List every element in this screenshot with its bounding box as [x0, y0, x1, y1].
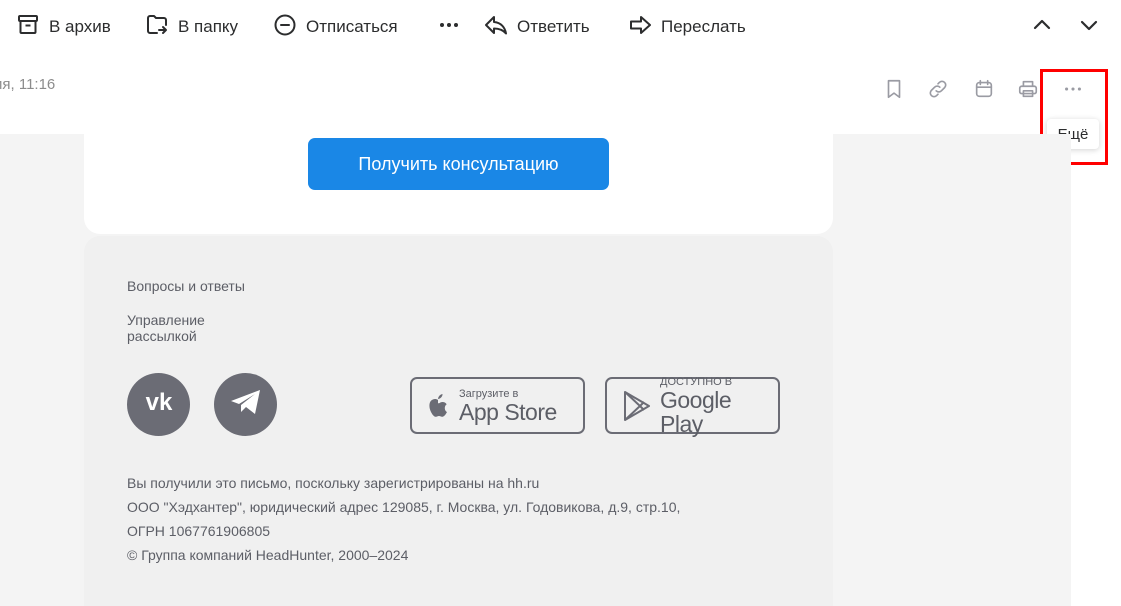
copyright-text: © Группа компаний HeadHunter, 2000–2024 — [127, 547, 409, 563]
google-play-name: Google Play — [660, 386, 732, 437]
minus-circle-icon — [273, 13, 297, 42]
vk-icon: vk — [139, 389, 179, 419]
legal-text-line: ООО "Хэдхантер", юридический адрес 12908… — [127, 499, 681, 515]
get-consultation-button[interactable]: Получить консультацию — [308, 138, 609, 190]
message-date: ия, 11:16 — [0, 76, 56, 93]
copy-link-button[interactable] — [925, 78, 951, 104]
reply-button[interactable]: Ответить — [484, 10, 590, 44]
more-dots-icon — [437, 13, 461, 42]
forward-icon — [628, 13, 652, 42]
google-play-button[interactable]: ДОСТУПНО В Google Play — [605, 375, 780, 437]
apple-icon — [425, 391, 451, 421]
reply-label: Ответить — [517, 17, 590, 36]
link-icon — [927, 78, 949, 105]
vk-button[interactable]: vk — [127, 373, 190, 436]
app-store-name: App Store — [459, 398, 557, 425]
printer-icon — [1017, 78, 1039, 105]
archive-icon — [16, 13, 40, 42]
app-store-button[interactable]: Загрузите в App Store — [410, 377, 585, 434]
legal-text-line: Вы получили это письмо, поскольку зареги… — [127, 475, 540, 491]
chevron-up-icon — [1030, 13, 1054, 42]
message-header — [0, 54, 1121, 134]
right-panel — [1071, 190, 1121, 606]
bookmark-button[interactable] — [881, 78, 907, 104]
forward-button[interactable]: Переслать — [628, 10, 746, 44]
previous-message-button[interactable] — [1030, 10, 1054, 44]
manage-subscription-link[interactable]: Управление рассылкой — [127, 312, 227, 344]
next-message-button[interactable] — [1077, 10, 1101, 44]
unsubscribe-label: Отписаться — [306, 17, 398, 36]
more-actions-button[interactable] — [437, 10, 461, 44]
forward-label: Переслать — [661, 17, 746, 36]
calendar-icon — [973, 78, 995, 105]
svg-text:vk: vk — [145, 390, 172, 414]
folder-move-icon — [145, 13, 169, 42]
bookmark-icon — [883, 78, 905, 105]
google-play-caption: ДОСТУПНО В — [660, 375, 733, 388]
message-toolbar: В архив В папку Отписаться Ответить Пере… — [0, 0, 1121, 54]
telegram-icon — [229, 387, 263, 422]
print-button[interactable] — [1015, 78, 1041, 104]
unsubscribe-button[interactable]: Отписаться — [273, 10, 398, 44]
archive-label: В архив — [49, 17, 111, 36]
chevron-down-icon — [1077, 13, 1101, 42]
calendar-button[interactable] — [971, 78, 997, 104]
app-store-caption: Загрузите в — [459, 387, 519, 400]
archive-button[interactable]: В архив — [16, 10, 111, 44]
google-play-icon — [622, 390, 652, 422]
telegram-button[interactable] — [214, 373, 277, 436]
reply-icon — [484, 13, 508, 42]
faq-link[interactable]: Вопросы и ответы — [127, 278, 245, 294]
folder-label: В папку — [178, 17, 239, 36]
move-to-folder-button[interactable]: В папку — [145, 10, 238, 44]
legal-text-line: ОГРН 1067761906805 — [127, 523, 271, 539]
